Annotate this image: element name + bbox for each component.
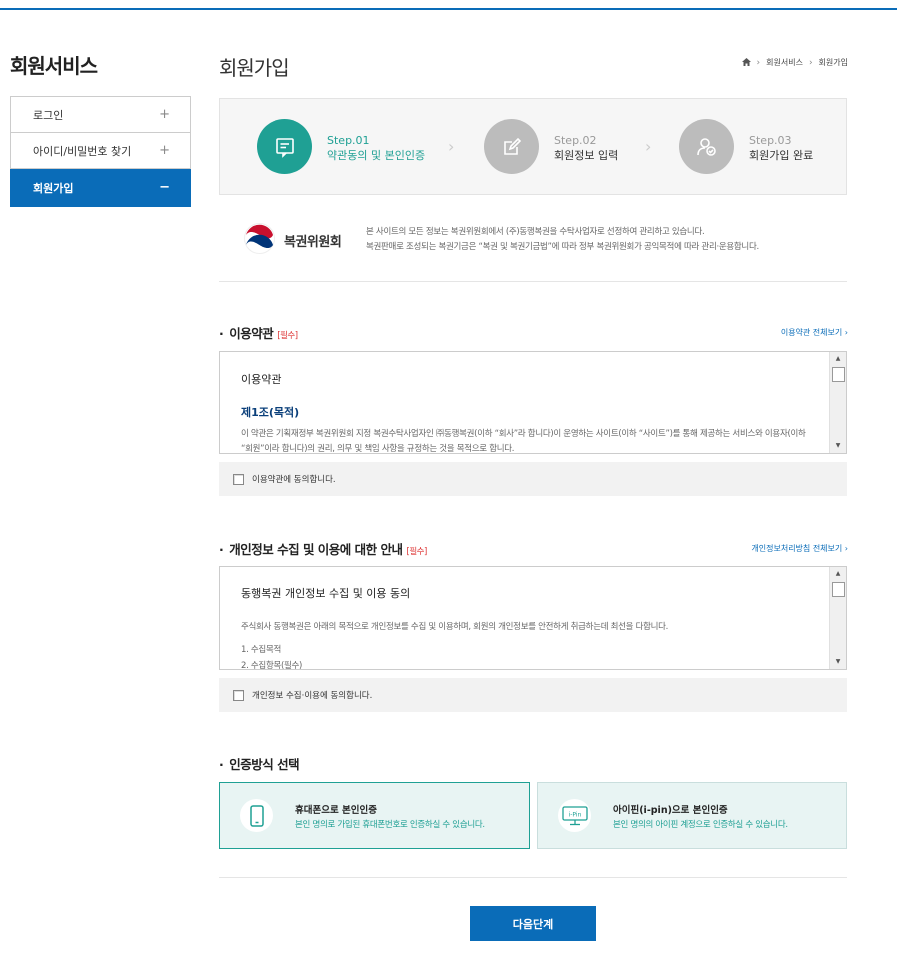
scroll-thumb[interactable] [832,582,845,597]
terms-view-all-link[interactable]: 이용약관 전체보기 › [781,327,848,338]
next-step-button[interactable]: 다음단계 [470,906,596,941]
plus-icon: + [159,143,170,158]
auth-section-title: · 인증방식 선택 [219,757,300,772]
phone-auth-button[interactable]: 휴대폰으로 본인인증 본인 명의로 가입된 휴대폰번호로 인증하실 수 있습니다… [219,782,530,849]
scroll-thumb[interactable] [832,367,845,382]
breadcrumb: › 회원서비스 › 회원가입 [741,57,848,68]
taegeuk-logo-icon [243,222,276,259]
scroll-up-icon[interactable]: ▲ [830,567,846,581]
plus-icon: + [159,107,170,122]
ipin-icon: i-Pin [558,799,591,832]
auth-option-title: 아이핀(i-pin)으로 본인인증 [613,804,728,816]
sidebar-item-label: 아이디/비밀번호 찾기 [33,144,132,158]
required-badge: [필수] [406,547,428,557]
chevron-right-icon: › [645,137,652,156]
step-number: Step.02 [554,134,597,147]
agency-description: 본 사이트의 모든 정보는 복권위원회에서 (주)동행복권을 수탁사업자로 선정… [366,225,759,255]
step-label: 약관동의 및 본인인증 [327,149,426,162]
sidebar-item-join[interactable]: 회원가입 − [10,169,191,207]
terms-body-text: 이 약관은 기획재정부 복권위원회 지정 복권수탁사업자인 ㈜동행복권(이하 “… [241,429,806,454]
terms-agree-label[interactable]: 이용약관에 동의합니다. [252,473,336,485]
minus-icon: − [159,180,170,195]
sidebar-item-label: 회원가입 [33,181,74,195]
home-icon[interactable] [741,57,751,68]
privacy-view-all-link[interactable]: 개인정보처리방침 전체보기 › [751,543,848,554]
terms-section-title: · 이용약관 [필수] [219,326,298,341]
phone-icon [240,799,273,832]
top-accent-line [0,8,897,10]
privacy-scrollbox[interactable]: 동행복권 개인정보 수집 및 이용 동의 주식회사 동행복권은 아래의 목적으로… [219,566,847,670]
sidebar-item-label: 로그인 [33,108,64,122]
privacy-agree-row[interactable]: 개인정보 수집·이용에 동의합니다. [219,678,847,712]
breadcrumb-item[interactable]: 회원서비스 [766,57,803,68]
breadcrumb-item[interactable]: 회원가입 [819,57,848,68]
terms-article-title: 제1조(목적) [241,406,300,419]
sidebar-menu: 로그인 + 아이디/비밀번호 찾기 + 회원가입 − [10,96,191,207]
privacy-section-title: · 개인정보 수집 및 이용에 대한 안내 [필수] [219,542,428,557]
privacy-scrollbar[interactable]: ▲ ▼ [829,567,846,669]
terms-agree-row[interactable]: 이용약관에 동의합니다. [219,462,847,496]
document-pen-icon [257,119,312,174]
divider [219,877,847,878]
step-number: Step.03 [749,134,792,147]
terms-title: 이용약관 [229,326,274,341]
agency-name: 복권위원회 [284,235,342,250]
step-3: Step.03 회원가입 완료 [749,133,813,163]
terms-agree-checkbox[interactable] [233,473,244,485]
step-label: 회원가입 완료 [749,149,814,162]
auth-option-desc: 본인 명의의 아이핀 계정으로 인증하실 수 있습니다. [613,819,788,830]
agency-description-line: 본 사이트의 모든 정보는 복권위원회에서 (주)동행복권을 수탁사업자로 선정… [366,227,705,237]
sidebar-item-find-account[interactable]: 아이디/비밀번호 찾기 + [10,133,191,169]
step-label: 회원정보 입력 [554,149,619,162]
privacy-body-text: 주식회사 동행복권은 아래의 목적으로 개인정보를 수집 및 이용하며, 회원의… [241,622,669,632]
sidebar-title: 회원서비스 [10,54,98,78]
signup-steps: Step.01 약관동의 및 본인인증 › Step.02 회원정보 입력 › … [219,98,847,195]
privacy-item: 2. 수집항목(필수) [241,661,303,670]
agency-description-line: 복권판매로 조성되는 복권기금은 “복권 및 복권기금법”에 따라 정부 복권위… [366,242,759,252]
user-check-icon [679,119,734,174]
terms-scrollbox[interactable]: 이용약관 제1조(목적) 이 약관은 기획재정부 복권위원회 지정 복권수탁사업… [219,351,847,454]
page-title: 회원가입 [219,56,290,80]
scroll-down-icon[interactable]: ▼ [830,439,846,453]
privacy-agree-checkbox[interactable] [233,689,244,701]
privacy-title: 개인정보 수집 및 이용에 대한 안내 [229,542,403,557]
step-2: Step.02 회원정보 입력 [554,133,618,163]
required-badge: [필수] [277,331,298,341]
scroll-up-icon[interactable]: ▲ [830,352,846,366]
auth-option-desc: 본인 명의로 가입된 휴대폰번호로 인증하실 수 있습니다. [295,819,485,830]
sidebar-item-login[interactable]: 로그인 + [10,97,191,133]
divider [219,281,847,282]
chevron-right-icon: › [448,137,455,156]
auth-title: 인증방식 선택 [229,757,300,772]
step-number: Step.01 [327,134,370,147]
edit-icon [484,119,539,174]
terms-scrollbar[interactable]: ▲ ▼ [829,352,846,453]
privacy-item: 1. 수집목적 [241,645,281,655]
ipin-icon-text: i-Pin [568,811,581,818]
step-1: Step.01 약관동의 및 본인인증 [327,133,425,163]
chevron-right-icon: › [808,57,813,68]
privacy-agree-label[interactable]: 개인정보 수집·이용에 동의합니다. [252,689,372,701]
scroll-down-icon[interactable]: ▼ [830,655,846,669]
ipin-auth-button[interactable]: i-Pin 아이핀(i-pin)으로 본인인증 본인 명의의 아이핀 계정으로 … [537,782,847,849]
agency-logo: 복권위원회 [243,222,342,259]
terms-box-heading: 이용약관 [241,373,282,386]
chevron-right-icon: › [756,57,761,68]
privacy-box-heading: 동행복권 개인정보 수집 및 이용 동의 [241,587,411,600]
auth-option-title: 휴대폰으로 본인인증 [295,804,377,816]
